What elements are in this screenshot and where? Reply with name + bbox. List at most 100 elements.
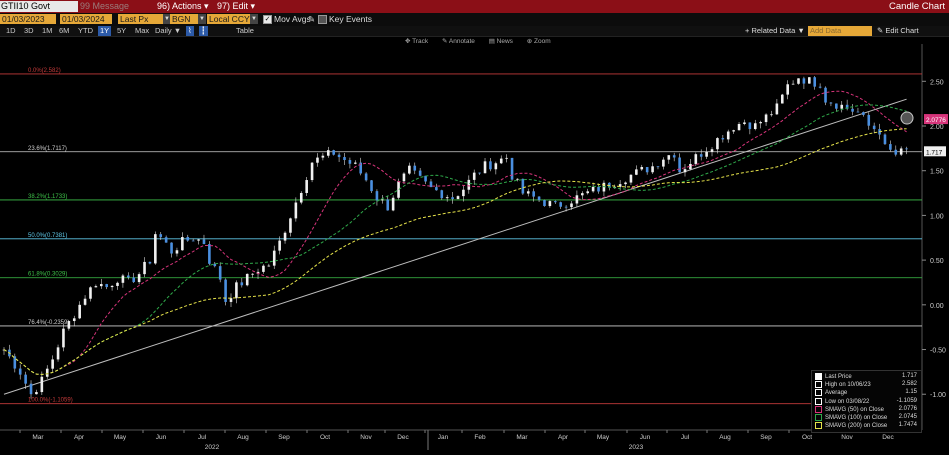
candle <box>829 102 833 104</box>
candle <box>786 84 789 95</box>
candle <box>110 285 114 288</box>
candle <box>559 202 562 207</box>
candle <box>678 157 681 173</box>
x-year-label: 2022 <box>205 444 220 451</box>
fib-label: 23.6%(1.7117) <box>28 146 67 152</box>
legend-swatch <box>815 381 822 389</box>
legend-label: Average <box>825 390 848 397</box>
candle <box>467 179 471 190</box>
candle <box>667 155 671 160</box>
candle <box>581 193 584 196</box>
candle <box>872 125 876 130</box>
y-tick-label: 1.50 <box>930 169 944 176</box>
x-tick-label: May <box>597 434 610 441</box>
x-tick-label: Dec <box>882 434 894 441</box>
sma50-line <box>3 90 907 376</box>
y-tick-label: 1.00 <box>930 213 944 220</box>
fib-label: 61.8%(0.3029) <box>28 272 67 278</box>
candle <box>462 189 465 197</box>
x-tick-label: Mar <box>32 434 44 441</box>
candle <box>721 138 725 140</box>
candle <box>726 131 730 140</box>
candle <box>570 203 573 208</box>
legend-swatch <box>815 422 822 430</box>
x-tick-label: Jul <box>681 434 690 441</box>
candle <box>705 151 708 157</box>
candle <box>316 157 319 163</box>
candle <box>72 318 76 322</box>
x-tick-label: Feb <box>474 434 486 441</box>
legend-row: SMAVG (100) on Close 2.0745 <box>815 414 919 421</box>
candle <box>299 192 303 203</box>
candle <box>408 165 411 174</box>
candle <box>386 199 390 211</box>
x-tick-label: Nov <box>841 434 853 441</box>
x-tick-label: Jan <box>438 434 449 441</box>
candle <box>445 197 449 199</box>
candle <box>294 202 298 219</box>
candle <box>716 138 719 150</box>
candle <box>818 86 822 88</box>
candle <box>202 239 206 245</box>
y-tick-label: -0.50 <box>930 348 946 355</box>
candle <box>418 170 422 176</box>
candle <box>797 78 800 84</box>
candle <box>251 273 254 275</box>
x-tick-label: Jun <box>640 434 651 441</box>
candle <box>867 114 871 126</box>
legend-value: 2.0745 <box>898 414 917 420</box>
candle <box>775 103 779 115</box>
candle <box>121 275 125 283</box>
candle <box>364 173 368 181</box>
candle <box>672 155 676 158</box>
candle <box>640 167 644 170</box>
sma-tag-text: 2.0776 <box>926 117 946 124</box>
candle <box>321 155 325 158</box>
candle <box>748 122 752 130</box>
candle <box>440 190 444 199</box>
candle <box>159 234 163 238</box>
x-tick-label: Oct <box>320 434 330 441</box>
candle <box>851 108 854 112</box>
candle <box>451 197 454 200</box>
candle <box>89 287 92 299</box>
candle <box>370 180 373 192</box>
candle <box>343 157 346 161</box>
candle <box>181 237 184 251</box>
candle <box>597 186 600 192</box>
candle <box>780 94 784 104</box>
legend-label: Low on 03/08/22 <box>825 398 870 405</box>
trendline <box>3 98 907 395</box>
candle <box>278 240 281 251</box>
legend-value: 2.582 <box>901 381 917 388</box>
candle <box>413 165 417 171</box>
candle <box>78 304 81 319</box>
candle <box>856 111 860 113</box>
candle <box>824 87 827 103</box>
legend-label: High on 10/06/23 <box>825 382 871 389</box>
candle <box>791 83 795 85</box>
legend-value: 1.7474 <box>898 422 917 429</box>
candle <box>56 347 60 360</box>
candle <box>51 359 54 369</box>
fib-label: 50.0%(0.7381) <box>28 233 67 239</box>
x-tick-label: Sep <box>278 434 290 441</box>
legend-label: Last Price <box>825 374 852 381</box>
legend-row: Last Price 1.717 <box>815 373 919 380</box>
candle <box>424 175 427 182</box>
candle <box>354 162 357 164</box>
candle <box>532 191 535 197</box>
candle <box>651 166 654 173</box>
price-chart[interactable]: 2.50 2.00 1.50 1.00 0.50 0.00 -0.50 -1.00 0.0%(2… <box>0 0 949 455</box>
candle <box>305 180 308 193</box>
fib-label: 0.0%(2.582) <box>28 68 61 74</box>
candle <box>553 201 557 203</box>
candle <box>699 154 703 157</box>
candle <box>375 191 379 201</box>
candle <box>13 356 17 369</box>
chart-legend: Last Price 1.717 High on 10/06/23 2.582 Aver… <box>811 370 922 433</box>
candle <box>808 77 811 84</box>
candle <box>337 154 341 158</box>
candle <box>435 187 438 191</box>
candle <box>272 250 276 266</box>
